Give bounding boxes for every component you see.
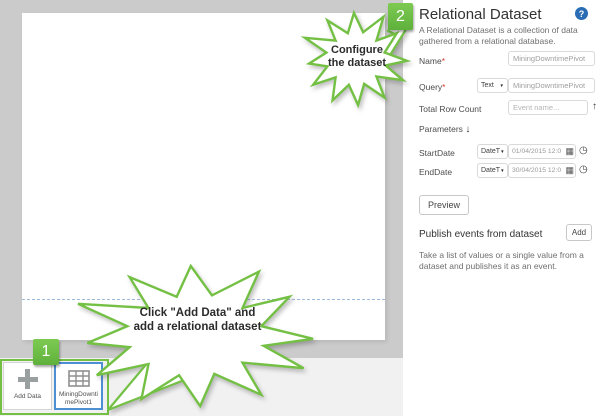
query-input[interactable] — [508, 78, 595, 93]
startdate-value: 01/04/2015 12:0 — [512, 148, 561, 155]
enddate-value: 30/04/2015 12:0 — [512, 167, 561, 174]
startdate-type-value: DateT — [481, 148, 500, 155]
panel-description: A Relational Dataset is a collection of … — [419, 25, 597, 46]
required-asterisk: * — [442, 56, 445, 66]
dataset-item-button[interactable]: MiningDowntimePivot1 — [54, 362, 103, 410]
design-canvas[interactable] — [22, 13, 385, 340]
enddate-type-value: DateT — [481, 167, 500, 174]
panel-title: Relational Dataset — [419, 6, 542, 23]
chevron-down-icon: ▼ — [500, 83, 504, 88]
step-badge-1: 1 — [33, 339, 59, 365]
app-stage: Add Data MiningDowntimePivot1 Configure … — [0, 0, 600, 416]
dataset-item-label: MiningDowntimePivot1 — [57, 391, 101, 406]
query-label: Query* — [419, 82, 445, 92]
add-data-button[interactable]: Add Data — [3, 362, 52, 410]
clock-icon[interactable]: ◷ — [579, 145, 588, 156]
collapse-down-icon[interactable]: ↓ — [465, 124, 470, 135]
enddate-type-select[interactable]: DateT ▼ — [477, 163, 508, 178]
parameters-heading: Parameters ↓ — [419, 124, 470, 135]
publish-add-button[interactable]: Add — [566, 224, 592, 241]
query-type-select[interactable]: Text ▼ — [477, 78, 508, 93]
publish-description: Take a list of values or a single value … — [419, 250, 594, 271]
startdate-input[interactable]: 01/04/2015 12:0 ▦ — [508, 144, 576, 159]
enddate-label: EndDate — [419, 167, 452, 177]
chevron-down-icon: ▼ — [500, 168, 504, 173]
relational-dataset-panel: Relational Dataset ? A Relational Datase… — [403, 0, 600, 416]
name-input[interactable] — [508, 51, 595, 66]
calendar-icon[interactable]: ▦ — [565, 166, 574, 175]
chevron-down-icon: ▼ — [500, 149, 504, 154]
help-icon[interactable]: ? — [575, 7, 588, 20]
name-label: Name* — [419, 56, 445, 66]
total-row-count-label: Total Row Count — [419, 104, 481, 114]
required-asterisk: * — [442, 82, 445, 92]
canvas-drop-line — [22, 299, 385, 300]
plus-icon — [18, 369, 38, 389]
preview-button[interactable]: Preview — [419, 195, 469, 215]
clock-icon[interactable]: ◷ — [579, 164, 588, 175]
total-row-count-input[interactable] — [508, 100, 588, 115]
startdate-label: StartDate — [419, 148, 455, 158]
startdate-type-select[interactable]: DateT ▼ — [477, 144, 508, 159]
publish-heading: Publish events from dataset — [419, 229, 542, 240]
table-icon — [68, 370, 90, 387]
add-data-label: Add Data — [6, 393, 50, 401]
query-type-value: Text — [481, 82, 494, 89]
enddate-input[interactable]: 30/04/2015 12:0 ▦ — [508, 163, 576, 178]
dataset-tool-group: Add Data MiningDowntimePivot1 — [0, 359, 109, 415]
step-badge-2: 2 — [388, 3, 413, 30]
publish-up-icon[interactable]: ↑ — [592, 101, 597, 112]
calendar-icon[interactable]: ▦ — [565, 147, 574, 156]
